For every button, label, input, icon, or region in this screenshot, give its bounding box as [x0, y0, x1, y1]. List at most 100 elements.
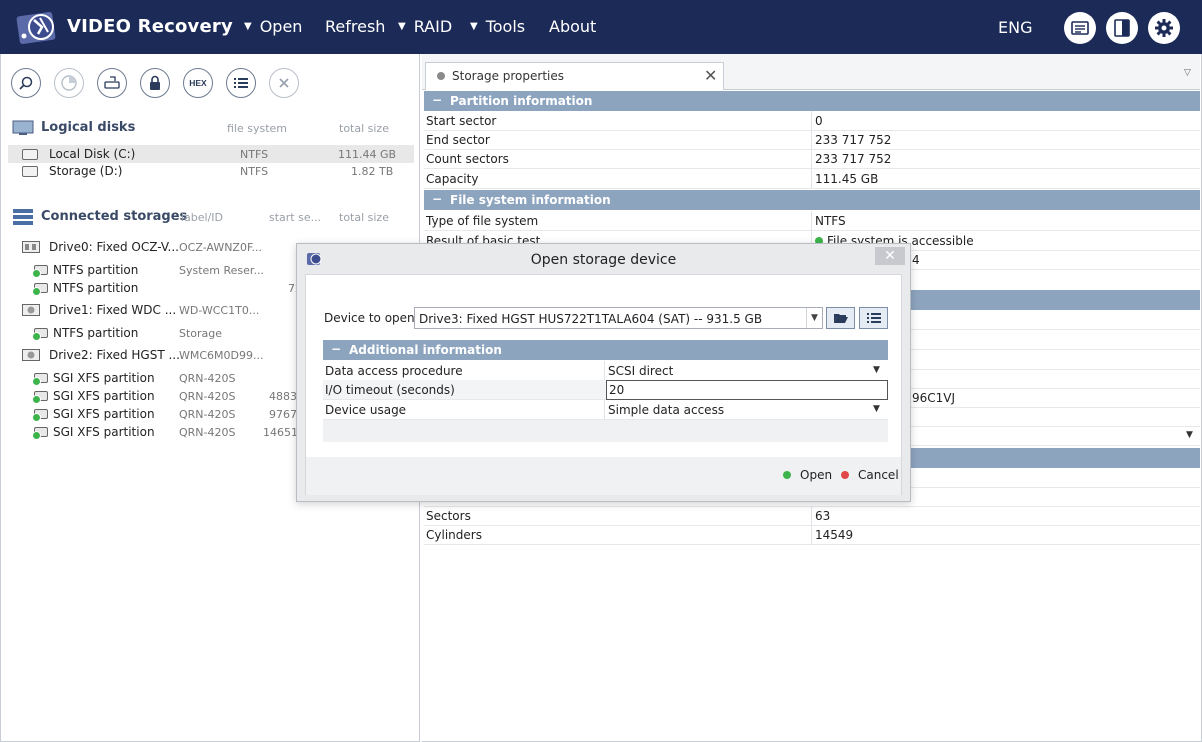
device-select[interactable]: Drive3: Fixed HGST HUS722T1TALA604 (SAT)…: [414, 307, 823, 329]
open-button[interactable]: Open: [783, 468, 832, 482]
storage-label: Storage: [179, 327, 223, 340]
property-value: 96C1VJ: [912, 391, 956, 405]
hex-viewer-button[interactable]: HEX: [183, 68, 213, 98]
dialog-title-bar[interactable]: Open storage device ✕: [297, 244, 910, 274]
menu-open[interactable]: ▼ Open: [244, 17, 302, 36]
option-value: SCSI direct: [608, 364, 674, 378]
search-button[interactable]: [11, 68, 41, 98]
storage-label: OCZ-AWNZ0F...: [179, 241, 263, 254]
create-image-button[interactable]: [97, 68, 127, 98]
app-logo-icon: [16, 8, 60, 46]
device-label: Device to open:: [324, 311, 419, 325]
menu-refresh-label: Refresh: [325, 17, 386, 36]
collapse-icon: −: [432, 93, 443, 107]
property-row: Capacity 111.45 GB: [424, 169, 1200, 189]
disk-name: Storage (D:): [49, 164, 123, 178]
open-storage-dialog: Open storage device ✕ Device to open: Dr…: [296, 243, 911, 502]
menu-tools-label: Tools: [485, 17, 526, 36]
storage-name: SGI XFS partition: [53, 407, 155, 421]
property-row: Cylinders 14549: [424, 525, 1200, 545]
fs-info-header[interactable]: − File system information: [424, 190, 1200, 210]
language-selector[interactable]: ENG: [998, 18, 1032, 37]
device-usage-row[interactable]: Device usage Simple data access ▼: [323, 400, 888, 420]
disk-fs: NTFS: [240, 148, 269, 161]
storage-name: Drive2: Fixed HGST ...: [49, 348, 180, 362]
storage-label: QRN-420S: [179, 426, 236, 439]
storage-name: SGI XFS partition: [53, 389, 155, 403]
tab-bar: Storage properties ✕ ▽: [422, 54, 1200, 90]
menu-open-label: Open: [259, 17, 303, 36]
list-view-button[interactable]: [226, 68, 256, 98]
io-timeout-input[interactable]: 20: [606, 380, 888, 400]
property-value: NTFS: [815, 214, 846, 228]
close-icon: ✕: [884, 248, 896, 264]
tab-menu-icon[interactable]: ▽: [1184, 68, 1191, 78]
panel-layout-icon: [1114, 19, 1130, 37]
col-label-id[interactable]: label/ID: [181, 211, 223, 224]
additional-info-header[interactable]: − Additional information: [323, 340, 888, 360]
browse-file-button[interactable]: [826, 307, 855, 329]
partition-info-header[interactable]: − Partition information: [424, 91, 1200, 111]
chevron-down-icon: ▼: [873, 365, 880, 375]
menu-refresh[interactable]: Refresh: [325, 17, 385, 36]
menu-about-label: About: [549, 17, 597, 36]
col-file-system[interactable]: file system: [227, 122, 287, 135]
list-icon: [234, 78, 248, 88]
property-value: 0: [815, 114, 823, 128]
dialog-close-button[interactable]: ✕: [875, 247, 905, 265]
chevron-down-icon: ▼: [244, 21, 252, 32]
menu-raid-label: RAID: [413, 17, 453, 36]
monitor-icon: [12, 120, 34, 135]
ok-dot-icon: [783, 471, 791, 479]
panel-layout-button[interactable]: [1106, 12, 1138, 44]
property-row: End sector 233 717 752: [424, 130, 1200, 150]
partition-icon: [32, 265, 48, 278]
tab-storage-properties[interactable]: Storage properties ✕: [425, 62, 724, 90]
hdd-icon: [22, 349, 40, 361]
storages-icon: [13, 209, 33, 225]
partition-icon: [32, 328, 48, 341]
hard-drive-icon: [22, 166, 38, 177]
device-list-button[interactable]: [859, 307, 888, 329]
property-row: Count sectors 233 717 752: [424, 149, 1200, 169]
disk-fs: NTFS: [240, 165, 269, 178]
chevron-down-icon[interactable]: ▼: [1186, 430, 1193, 440]
settings-button[interactable]: [1148, 12, 1180, 44]
hex-icon: HEX: [189, 78, 207, 88]
list-icon: [866, 313, 881, 323]
partition-icon: [32, 409, 48, 422]
encryption-button[interactable]: [140, 68, 170, 98]
collapse-icon: −: [331, 342, 342, 356]
folder-open-icon: [833, 314, 848, 323]
ssd-icon: [22, 241, 40, 253]
io-timeout-row: I/O timeout (seconds) 20: [323, 380, 888, 400]
storage-name: NTFS partition: [53, 326, 139, 340]
property-value: 233 717 752: [815, 133, 892, 147]
chevron-down-icon: ▼: [398, 21, 406, 32]
disk-size: 1.82 TB: [351, 165, 394, 178]
property-key: Count sectors: [426, 152, 509, 166]
collapse-icon: −: [432, 192, 443, 206]
options-empty-area: [323, 420, 888, 442]
search-icon: [19, 76, 33, 90]
col-start-sector[interactable]: start se...: [269, 211, 321, 224]
menu-about[interactable]: About: [549, 17, 596, 36]
col-total-size[interactable]: total size: [339, 211, 389, 224]
dialog-footer: Open Cancel: [306, 457, 901, 495]
group-title: File system information: [450, 193, 611, 207]
storage-label: System Reser...: [179, 264, 264, 277]
close-tab-icon[interactable]: ✕: [704, 66, 717, 85]
scan-button[interactable]: [54, 68, 84, 98]
group-title: Partition information: [450, 94, 593, 108]
log-button[interactable]: [1064, 12, 1096, 44]
data-access-row[interactable]: Data access procedure SCSI direct ▼: [323, 361, 888, 381]
dialog-title: Open storage device: [530, 252, 677, 268]
menu-raid[interactable]: ▼ RAID: [398, 17, 452, 36]
cancel-button[interactable]: Cancel: [841, 468, 899, 482]
chevron-down-icon: ▼: [873, 404, 880, 414]
close-storage-button[interactable]: [269, 68, 299, 98]
col-total-size[interactable]: total size: [339, 122, 389, 135]
property-value: 4: [912, 253, 920, 267]
storage-label: WMC6M0D99...: [179, 349, 264, 362]
menu-tools[interactable]: ▼ Tools: [470, 17, 525, 36]
